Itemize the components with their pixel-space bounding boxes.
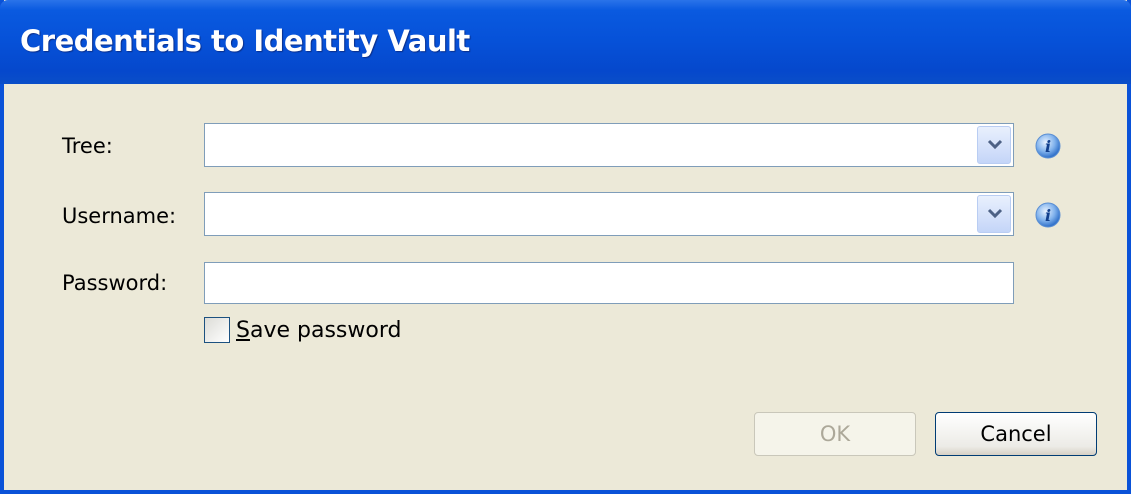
chevron-down-icon <box>987 139 1003 150</box>
svg-text:i: i <box>1045 137 1051 156</box>
chevron-down-icon <box>987 208 1003 219</box>
tree-dropdown-button[interactable] <box>977 126 1011 164</box>
password-label: Password: <box>62 271 168 295</box>
svg-text:i: i <box>1045 206 1051 225</box>
save-password-accel: S <box>236 318 250 343</box>
username-dropdown-button[interactable] <box>977 195 1011 233</box>
credentials-dialog: Credentials to Identity Vault Tree: i Us… <box>0 0 1131 494</box>
tree-combobox[interactable] <box>204 123 1014 167</box>
info-icon[interactable]: i <box>1033 131 1063 161</box>
password-field[interactable] <box>204 262 1014 304</box>
ok-button[interactable]: OK <box>754 412 916 456</box>
title-bar[interactable]: Credentials to Identity Vault <box>0 0 1131 84</box>
save-password-text: ave password <box>249 318 402 343</box>
save-password-label[interactable]: Save password <box>236 318 401 343</box>
save-password-checkbox[interactable] <box>204 317 230 343</box>
tree-label: Tree: <box>62 134 113 158</box>
username-combobox[interactable] <box>204 192 1014 236</box>
info-icon[interactable]: i <box>1033 200 1063 230</box>
dialog-title: Credentials to Identity Vault <box>20 24 470 58</box>
username-label: Username: <box>62 204 177 228</box>
cancel-button[interactable]: Cancel <box>935 412 1097 456</box>
